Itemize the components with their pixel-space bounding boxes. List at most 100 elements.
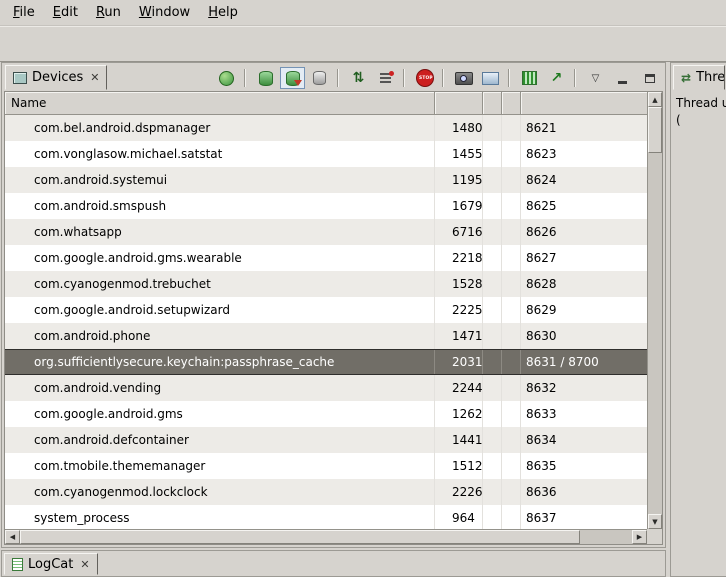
port-cell: 8621 [521,115,647,141]
table-row[interactable]: com.cyanogenmod.lockclock222658636 [5,479,647,505]
horizontal-scroll-thumb[interactable] [20,530,580,544]
table-row[interactable]: com.android.phone14718630 [5,323,647,349]
table-row[interactable]: com.vonglasow.michael.satstat145538623 [5,141,647,167]
stop-process-icon-label: STOP [419,76,430,81]
column-header[interactable] [521,92,647,114]
pid-cell: 1471 [435,323,483,349]
table-row[interactable]: com.google.android.gms126238633 [5,401,647,427]
table-row[interactable]: com.android.systemui11958624 [5,167,647,193]
tracer-icon[interactable]: ↗ [544,67,569,89]
menu-item-window[interactable]: Window [130,2,199,23]
process-name-cell: org.sufficientlysecure.keychain:passphra… [5,350,435,374]
port-cell: 8632 [521,375,647,401]
scroll-left-button[interactable]: ◀ [5,530,20,544]
pid-cell: 22265 [435,479,483,505]
port-cell: 8637 [521,505,647,529]
table-row[interactable]: com.android.defcontainer144118634 [5,427,647,453]
spacer-cell [502,141,521,167]
tab-threads-label: Threads [696,70,725,85]
tab-threads[interactable]: ⇄ Threads [673,65,725,90]
threads-view: ⇄ Threads Thread up ( [670,62,726,577]
column-header[interactable] [502,92,521,114]
update-threads-icon[interactable]: ⇅ [346,67,371,89]
toolbar-separator [403,69,405,87]
scroll-left-icon: ◀ [10,533,15,541]
capture-video-icon[interactable] [478,67,503,89]
port-cell: 8625 [521,193,647,219]
menu-item-file[interactable]: File [4,2,44,23]
port-cell: 8629 [521,297,647,323]
spacer-cell [483,453,502,479]
process-name-cell: com.google.android.gms [5,401,435,427]
network-stats-icon[interactable] [517,67,542,89]
pid-cell: 14553 [435,141,483,167]
device-icon [13,72,27,84]
minimize-icon[interactable] [610,67,635,89]
column-header[interactable] [435,92,483,114]
spacer-cell [483,141,502,167]
tab-devices-label: Devices [32,70,83,85]
dump-hprof-icon[interactable] [280,67,305,89]
close-icon[interactable]: ✕ [80,558,89,571]
view-menu-icon[interactable]: ▽ [583,67,608,89]
devices-tabbar: Devices ✕ ⇅ STOP ↗ ▽ [2,63,665,91]
update-heap-icon[interactable] [253,67,278,89]
scroll-right-button[interactable]: ▶ [632,530,647,544]
process-name-cell: com.whatsapp [5,219,435,245]
screen-capture-icon[interactable] [451,67,476,89]
scroll-right-icon: ▶ [637,533,642,541]
threads-message-line1: Thread up [671,95,726,112]
spacer-cell [502,323,521,349]
spacer-cell [483,479,502,505]
threads-message-line2: ( [671,112,726,129]
horizontal-scrollbar[interactable]: ◀ ▶ [5,529,647,544]
tab-logcat[interactable]: LogCat ✕ [4,553,98,575]
cause-gc-icon[interactable] [307,67,332,89]
process-name-cell: com.google.android.gms.wearable [5,245,435,271]
pid-cell: 22185 [435,245,483,271]
process-name-cell: com.android.phone [5,323,435,349]
table-row[interactable]: org.sufficientlysecure.keychain:passphra… [5,349,647,375]
vertical-scroll-thumb[interactable] [648,107,662,153]
pid-cell: 6716 [435,219,483,245]
table-row[interactable]: system_process9648637 [5,505,647,529]
method-profiling-icon[interactable] [373,67,398,89]
menu-item-run[interactable]: Run [87,2,130,23]
process-name-cell: com.google.android.setupwizard [5,297,435,323]
vertical-scrollbar[interactable]: ▲ ▼ [647,92,662,529]
spacer-cell [483,375,502,401]
table-row[interactable]: com.google.android.setupwizard222508629 [5,297,647,323]
debug-process-icon[interactable] [214,67,239,89]
spacer-cell [502,115,521,141]
spacer-cell [483,245,502,271]
column-header-name[interactable]: Name [5,92,435,114]
stop-process-icon[interactable]: STOP [412,67,437,89]
process-name-cell: com.vonglasow.michael.satstat [5,141,435,167]
table-row[interactable]: com.bel.android.dspmanager14808621 [5,115,647,141]
pid-cell: 1528 [435,271,483,297]
menu-item-edit[interactable]: Edit [44,2,87,23]
pid-cell: 20311 [435,350,483,374]
column-header[interactable] [483,92,502,114]
pid-cell: 22440 [435,375,483,401]
scroll-up-button[interactable]: ▲ [648,92,662,107]
table-row[interactable]: com.cyanogenmod.trebuchet15288628 [5,271,647,297]
tab-devices[interactable]: Devices ✕ [5,65,107,90]
menu-item-help[interactable]: Help [199,2,247,23]
spacer-cell [483,167,502,193]
maximize-icon[interactable] [637,67,662,89]
spacer-cell [502,427,521,453]
table-row[interactable]: com.android.vending224408632 [5,375,647,401]
table-row[interactable]: com.google.android.gms.wearable221858627 [5,245,647,271]
close-icon[interactable]: ✕ [90,71,99,84]
spacer-cell [483,193,502,219]
toolbar-separator [337,69,339,87]
table-row[interactable]: com.tmobile.thememanager15128635 [5,453,647,479]
view-toolbar: ⇅ STOP ↗ ▽ [212,66,662,90]
spacer-cell [502,245,521,271]
table-row[interactable]: com.whatsapp67168626 [5,219,647,245]
logcat-view: LogCat ✕ [1,550,666,577]
scroll-down-button[interactable]: ▼ [648,514,662,529]
process-name-cell: com.cyanogenmod.trebuchet [5,271,435,297]
table-row[interactable]: com.android.smspush16798625 [5,193,647,219]
